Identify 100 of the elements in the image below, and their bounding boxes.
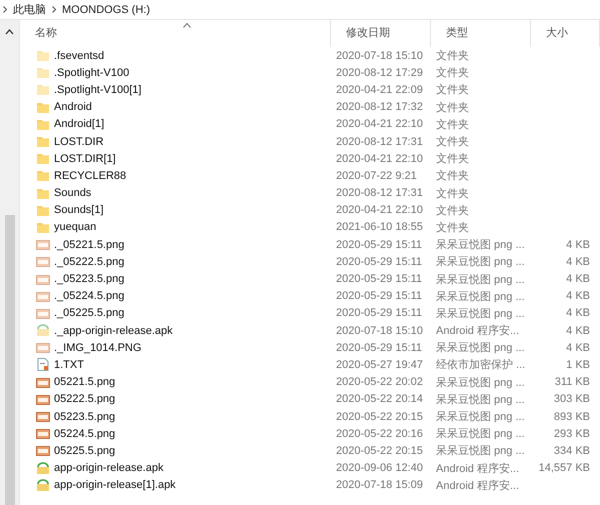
column-header[interactable]: 大小 xyxy=(531,20,600,47)
modified-date: 2020-07-18 15:10 xyxy=(335,324,424,337)
scroll-up-icon[interactable] xyxy=(5,29,14,35)
file-type: 文件夹 xyxy=(435,152,470,166)
file-name[interactable]: .fseventsd xyxy=(54,50,104,62)
modified-date: 2020-08-12 17:32 xyxy=(335,101,424,114)
file-name[interactable]: .Spotlight-V100[1] xyxy=(54,84,142,96)
file-size: 4 KB xyxy=(565,324,591,337)
modified-date: 2020-09-06 12:40 xyxy=(335,462,424,474)
file-type: Android 程序安... xyxy=(435,478,520,493)
file-name[interactable]: RECYCLER88 xyxy=(54,170,126,182)
file-name[interactable]: 05223.5.png xyxy=(54,410,116,423)
file-name[interactable]: 05221.5.png xyxy=(54,376,116,388)
file-size: 4 KB xyxy=(565,238,591,251)
file-type: 呆呆豆悦图 png ... xyxy=(435,272,526,287)
file-type: 呆呆豆悦图 png ... xyxy=(435,306,526,321)
file-type: 文件夹 xyxy=(435,82,470,98)
file-name[interactable]: ._05225.5.png xyxy=(54,307,124,320)
modified-date: 2020-05-29 15:11 xyxy=(335,342,424,354)
scrollbar-thumb[interactable] xyxy=(4,215,14,505)
column-header[interactable]: 名称 xyxy=(20,20,331,47)
modified-date: 2020-05-29 15:11 xyxy=(335,290,424,302)
modified-date: 2020-04-21 22:10 xyxy=(335,152,424,165)
file-type: 文件夹 xyxy=(435,118,470,132)
file-type: 经依市加密保护 ... xyxy=(435,358,526,372)
file-name[interactable]: 05225.5.png xyxy=(54,444,116,457)
file-name[interactable]: Sounds xyxy=(54,187,92,200)
file-type: 文件夹 xyxy=(435,168,470,184)
file-size: 4 KB xyxy=(565,342,591,354)
file-type: 呆呆豆悦图 png ... xyxy=(435,341,526,356)
modified-date: 2020-05-22 20:15 xyxy=(335,410,424,423)
modified-date: 2020-04-21 22:10 xyxy=(335,204,424,216)
file-name[interactable]: Android[1] xyxy=(54,118,104,130)
modified-date: 2020-05-29 15:11 xyxy=(335,238,424,251)
file-name[interactable]: 1.TXT xyxy=(54,358,84,371)
modified-date: 2020-08-12 17:29 xyxy=(335,66,424,79)
file-type: 文件夹 xyxy=(435,48,470,64)
file-type: 文件夹 xyxy=(435,66,470,80)
modified-date: 2020-05-29 15:11 xyxy=(335,273,424,286)
file-name[interactable]: LOST.DIR[1] xyxy=(54,152,116,165)
modified-date: 2020-05-27 19:47 xyxy=(335,358,424,371)
modified-date: 2020-04-21 22:09 xyxy=(335,84,424,96)
file-type: 文件夹 xyxy=(435,186,470,201)
column-header[interactable]: 类型 xyxy=(431,20,531,47)
file-name[interactable]: 05224.5.png xyxy=(54,428,116,440)
modified-date: 2020-05-29 15:11 xyxy=(335,307,424,320)
modified-date: 2020-08-12 17:31 xyxy=(335,187,424,200)
file-type: 呆呆豆悦图 png ... xyxy=(435,290,526,304)
modified-date: 2020-05-29 15:11 xyxy=(335,256,424,268)
file-name[interactable]: ._05223.5.png xyxy=(54,273,124,286)
file-size: 1 KB xyxy=(565,358,591,371)
modified-date: 2020-08-12 17:31 xyxy=(335,136,424,148)
file-type: 文件夹 xyxy=(435,220,470,235)
file-name[interactable]: yuequan xyxy=(54,221,96,234)
file-name[interactable]: Sounds[1] xyxy=(54,204,104,216)
modified-date: 2021-06-10 18:55 xyxy=(335,221,424,234)
file-size: 311 KB xyxy=(554,376,591,388)
file-size: 893 KB xyxy=(552,410,591,423)
file-type: Android 程序安... xyxy=(435,462,520,476)
file-type: Android 程序安... xyxy=(435,324,520,338)
file-type: 呆呆豆悦图 png ... xyxy=(435,392,526,407)
file-name[interactable]: .Spotlight-V100 xyxy=(54,66,130,79)
file-size: 14,557 KB xyxy=(538,462,591,474)
file-type: 呆呆豆悦图 png ... xyxy=(435,444,526,458)
file-name[interactable]: ._IMG_1014.PNG xyxy=(54,342,142,354)
file-type: 文件夹 xyxy=(435,134,470,150)
file-type: 文件夹 xyxy=(435,204,470,218)
column-header[interactable]: 修改日期 xyxy=(331,20,431,47)
file-type: 呆呆豆悦图 png ... xyxy=(435,410,526,424)
file-size: 334 KB xyxy=(552,444,591,457)
file-name[interactable]: ._app-origin-release.apk xyxy=(54,324,173,337)
file-name[interactable]: app-origin-release.apk xyxy=(54,462,164,474)
modified-date: 2020-04-21 22:10 xyxy=(335,118,424,130)
modified-date: 2020-07-18 15:09 xyxy=(335,479,424,492)
modified-date: 2020-05-22 20:14 xyxy=(335,393,424,406)
file-type: 呆呆豆悦图 png ... xyxy=(435,427,526,442)
modified-date: 2020-05-22 20:02 xyxy=(335,376,424,388)
file-name[interactable]: ._05222.5.png xyxy=(54,256,124,268)
file-type: 呆呆豆悦图 png ... xyxy=(435,376,526,390)
file-name[interactable]: Android xyxy=(54,101,92,114)
file-type: 呆呆豆悦图 png ... xyxy=(435,255,526,270)
file-size: 4 KB xyxy=(565,273,591,286)
modified-date: 2020-07-18 15:10 xyxy=(335,50,424,62)
file-size: 4 KB xyxy=(565,307,591,320)
file-size: 4 KB xyxy=(565,256,591,268)
file-name[interactable]: LOST.DIR xyxy=(54,136,104,148)
modified-date: 2020-07-22 9:21 xyxy=(335,170,418,182)
modified-date: 2020-05-22 20:16 xyxy=(335,428,424,440)
chevron-icon xyxy=(3,6,7,13)
file-size: 4 KB xyxy=(565,290,591,302)
file-type: 呆呆豆悦图 png ... xyxy=(435,238,526,252)
file-name[interactable]: ._05221.5.png xyxy=(54,238,124,251)
file-size: 293 KB xyxy=(552,428,591,440)
file-name[interactable]: 05222.5.png xyxy=(54,393,116,406)
file-name[interactable]: ._05224.5.png xyxy=(54,290,124,302)
modified-date: 2020-05-22 20:15 xyxy=(335,444,424,457)
file-size: 303 KB xyxy=(552,393,591,406)
file-name[interactable]: app-origin-release[1].apk xyxy=(54,479,176,492)
breadcrumb-item[interactable]: 此电脑 xyxy=(13,2,46,17)
breadcrumb-item[interactable]: MOONDOGS (H:) xyxy=(62,4,150,16)
